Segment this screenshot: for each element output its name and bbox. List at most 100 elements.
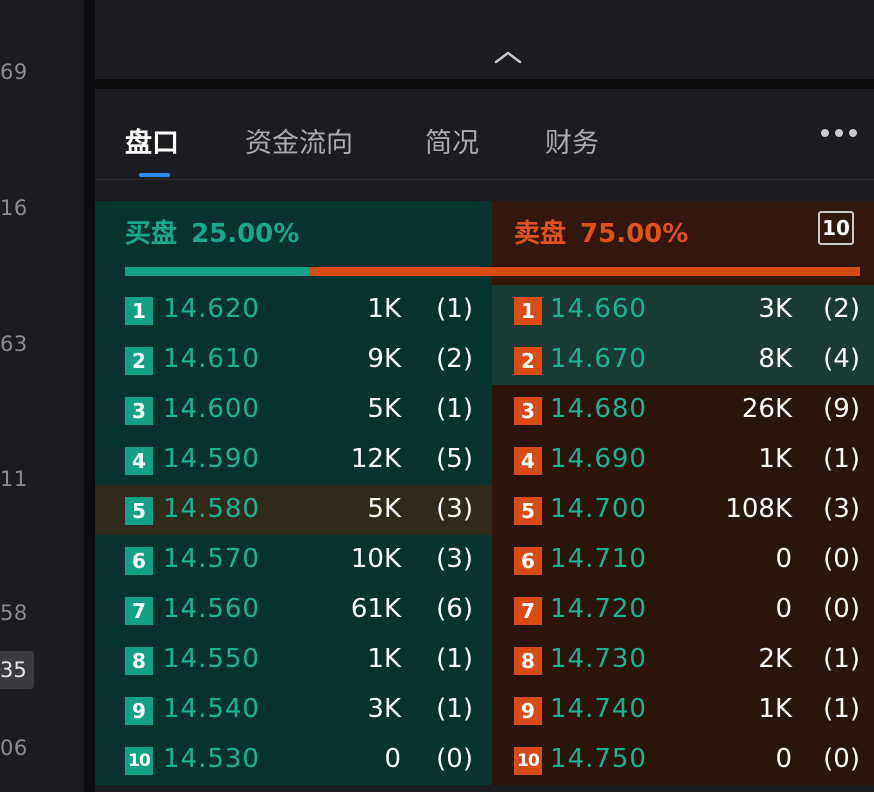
top-panel (95, 0, 874, 79)
ask-price: 14.670 (550, 344, 647, 374)
ask-ratio-fill (309, 267, 860, 276)
ask-level-badge: 2 (514, 347, 542, 375)
bid-order-count: (1) (436, 394, 473, 424)
bid-price: 14.540 (163, 694, 260, 724)
gutter-label: 16 (0, 196, 28, 220)
ask-volume: 0 (775, 594, 792, 624)
bid-volume: 12K (350, 444, 401, 474)
bid-level-badge: 5 (125, 497, 153, 525)
ask-price: 14.720 (550, 594, 647, 624)
bid-price: 14.610 (163, 344, 260, 374)
bid-order-count: (1) (436, 294, 473, 324)
bid-order-count: (1) (436, 694, 473, 724)
tab-bar: 盘口 资金流向 简况 财务 (95, 89, 874, 180)
ask-row[interactable]: 9 14.740 1K (1) (492, 685, 874, 735)
ask-level-badge: 1 (514, 297, 542, 325)
ask-row[interactable]: 1 14.660 3K (2) (492, 285, 874, 335)
bid-price: 14.590 (163, 444, 260, 474)
ask-order-count: (4) (823, 344, 860, 374)
bid-row[interactable]: 1 14.620 1K (1) (95, 285, 492, 335)
ask-price: 14.660 (550, 294, 647, 324)
bid-volume: 1K (367, 294, 401, 324)
order-book-panel: 盘口 资金流向 简况 财务 买盘 25.00% 卖盘 75.00% 10 1 14.6… (95, 89, 874, 792)
tab-order-book[interactable]: 盘口 (125, 121, 179, 160)
bid-row[interactable]: 4 14.590 12K (5) (95, 435, 492, 485)
ask-price: 14.680 (550, 394, 647, 424)
bid-price: 14.570 (163, 544, 260, 574)
bid-volume: 3K (367, 694, 401, 724)
ask-volume: 0 (775, 544, 792, 574)
bid-row[interactable]: 10 14.530 0 (0) (95, 735, 492, 785)
bid-row[interactable]: 9 14.540 3K (1) (95, 685, 492, 735)
ask-order-count: (0) (823, 744, 860, 774)
bid-price: 14.620 (163, 294, 260, 324)
bid-row[interactable]: 5 14.580 5K (3) (95, 485, 492, 535)
ask-order-count: (3) (823, 494, 860, 524)
gutter-label: 58 (0, 601, 28, 625)
bid-row[interactable]: 2 14.610 9K (2) (95, 335, 492, 385)
ask-row[interactable]: 3 14.680 26K (9) (492, 385, 874, 435)
bid-volume: 0 (384, 744, 401, 774)
active-tab-indicator (139, 173, 170, 177)
bid-header: 买盘 25.00% (95, 201, 492, 257)
panel-divider (84, 0, 95, 792)
chevron-up-icon[interactable] (494, 50, 522, 64)
ask-level-badge: 8 (514, 647, 542, 675)
bid-order-count: (6) (436, 594, 473, 624)
bid-header-text: 买盘 25.00% (125, 213, 299, 250)
gutter-label: 69 (0, 60, 28, 84)
more-options-icon[interactable] (819, 129, 859, 139)
ask-volume: 108K (725, 494, 792, 524)
ask-price: 14.740 (550, 694, 647, 724)
ask-row[interactable]: 7 14.720 0 (0) (492, 585, 874, 635)
ask-price: 14.750 (550, 744, 647, 774)
tab-financials[interactable]: 财务 (545, 121, 599, 160)
left-price-gutter: 69 16 63 11 58 35 06 (0, 0, 84, 792)
bid-level-badge: 6 (125, 547, 153, 575)
depth-level-selector[interactable]: 10 (818, 211, 854, 245)
ask-row[interactable]: 10 14.750 0 (0) (492, 735, 874, 785)
ask-level-badge: 5 (514, 497, 542, 525)
ask-level-badge: 3 (514, 397, 542, 425)
bid-volume: 61K (350, 594, 401, 624)
bid-row[interactable]: 3 14.600 5K (1) (95, 385, 492, 435)
bid-order-count: (5) (436, 444, 473, 474)
bid-order-count: (1) (436, 644, 473, 674)
bid-row[interactable]: 7 14.560 61K (6) (95, 585, 492, 635)
bid-order-count: (0) (436, 744, 473, 774)
bid-book: 1 14.620 1K (1) 2 14.610 9K (2) 3 14.600 5K (1) 4 14.… (95, 285, 492, 785)
ask-order-count: (0) (823, 544, 860, 574)
ask-volume: 8K (758, 344, 792, 374)
ask-order-count: (9) (823, 394, 860, 424)
tab-overview[interactable]: 简况 (425, 121, 479, 160)
ask-order-count: (2) (823, 294, 860, 324)
ask-row[interactable]: 8 14.730 2K (1) (492, 635, 874, 685)
ask-row[interactable]: 6 14.710 0 (0) (492, 535, 874, 585)
ask-row[interactable]: 5 14.700 108K (3) (492, 485, 874, 535)
bid-price: 14.580 (163, 494, 260, 524)
ask-header-text: 卖盘 75.00% (514, 213, 688, 250)
bid-price: 14.560 (163, 594, 260, 624)
bid-level-badge: 2 (125, 347, 153, 375)
bid-row[interactable]: 6 14.570 10K (3) (95, 535, 492, 585)
ask-row[interactable]: 4 14.690 1K (1) (492, 435, 874, 485)
bid-row[interactable]: 8 14.550 1K (1) (95, 635, 492, 685)
bid-percent: 25.00% (191, 219, 300, 249)
tab-fund-flow[interactable]: 资金流向 (245, 121, 353, 160)
ask-row[interactable]: 2 14.670 8K (4) (492, 335, 874, 385)
ask-level-badge: 6 (514, 547, 542, 575)
ask-percent: 75.00% (580, 219, 689, 249)
bid-order-count: (3) (436, 544, 473, 574)
bid-order-count: (2) (436, 344, 473, 374)
bid-volume: 5K (367, 394, 401, 424)
bid-price: 14.530 (163, 744, 260, 774)
gutter-label: 06 (0, 736, 28, 760)
ask-volume: 1K (758, 444, 792, 474)
panel-divider (95, 79, 874, 89)
ask-volume: 0 (775, 744, 792, 774)
bid-label: 买盘 (125, 219, 178, 249)
bid-ask-ratio-bar (125, 267, 860, 276)
ask-price: 14.710 (550, 544, 647, 574)
gutter-label: 11 (0, 467, 28, 491)
bid-price: 14.550 (163, 644, 260, 674)
